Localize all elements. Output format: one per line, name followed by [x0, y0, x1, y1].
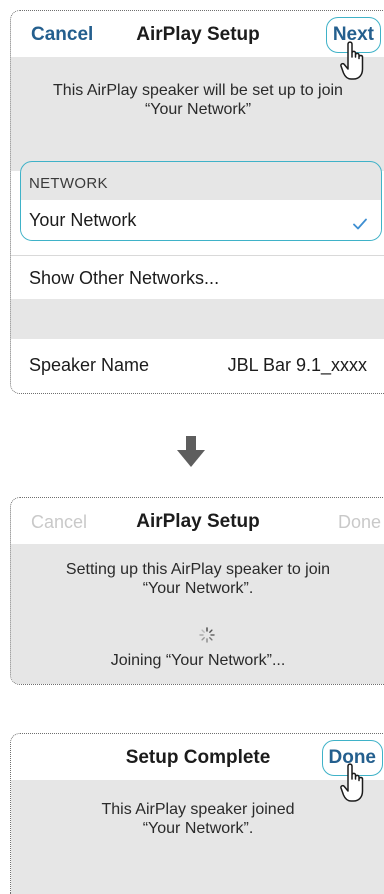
speaker-name-value[interactable]: JBL Bar 9.1_xxxx: [228, 355, 367, 376]
nav-bar: Setup Complete Done: [11, 734, 384, 780]
nav-bar: Cancel AirPlay Setup Done: [11, 498, 384, 544]
done-button[interactable]: Done: [321, 740, 383, 776]
setting-up-message-line1: Setting up this AirPlay speaker to join: [65, 561, 331, 578]
network-section-highlight: NETWORK Your Network: [20, 161, 382, 241]
setup-message-area: This AirPlay speaker will be set up to j…: [11, 57, 384, 171]
show-other-networks-label: Show Other Networks...: [29, 268, 220, 288]
joining-status: Joining “Your Network”...: [110, 652, 286, 669]
network-row-your-network[interactable]: Your Network: [21, 200, 381, 240]
complete-message-area: This AirPlay speaker joined “Your Networ…: [11, 780, 384, 894]
setup-message-line1: This AirPlay speaker will be set up to j…: [53, 82, 343, 99]
airplay-setup-panel: Cancel AirPlay Setup Next This AirPlay s…: [10, 10, 384, 394]
speaker-name-row[interactable]: Speaker Name JBL Bar 9.1_xxxx: [11, 339, 384, 393]
spinner-icon: [199, 627, 215, 643]
network-name: Your Network: [29, 210, 137, 230]
checkmark-icon: [353, 214, 367, 235]
next-button[interactable]: Next: [325, 17, 381, 53]
complete-message: This AirPlay speaker joined “Your Networ…: [11, 800, 384, 838]
complete-message-line2: “Your Network”.: [142, 820, 254, 837]
section-header-network: NETWORK: [29, 175, 108, 192]
progress-area: Setting up this AirPlay speaker to join …: [11, 544, 384, 684]
spacer-gap: [11, 299, 384, 339]
nav-bar: Cancel AirPlay Setup Next: [11, 11, 384, 57]
setup-complete-panel: Setup Complete Done This AirPlay speaker…: [10, 733, 384, 894]
down-arrow-icon: [177, 436, 205, 467]
complete-message-line1: This AirPlay speaker joined: [101, 801, 295, 818]
show-other-networks-row[interactable]: Show Other Networks...: [11, 255, 384, 300]
speaker-name-label: Speaker Name: [29, 355, 150, 375]
done-button-disabled: Done: [337, 512, 381, 532]
nav-title: AirPlay Setup: [136, 511, 260, 532]
setting-up-message-line2: “Your Network”.: [142, 580, 254, 597]
setup-message: This AirPlay speaker will be set up to j…: [11, 81, 384, 119]
setting-up-message: Setting up this AirPlay speaker to join …: [11, 560, 384, 598]
setup-message-line2: “Your Network”: [144, 101, 252, 118]
setting-up-panel: Cancel AirPlay Setup Done Setting up thi…: [10, 497, 384, 685]
